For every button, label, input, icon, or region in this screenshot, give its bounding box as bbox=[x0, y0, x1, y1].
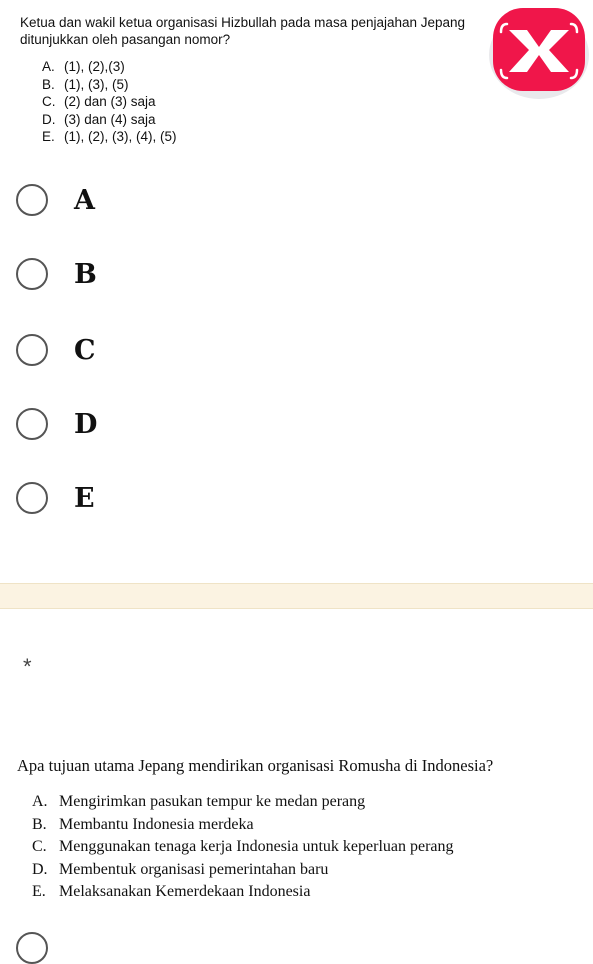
question-1-option-a: A. (1), (2),(3) bbox=[42, 59, 125, 74]
choice-d[interactable]: D bbox=[16, 408, 97, 440]
choice-c[interactable]: C bbox=[16, 334, 96, 366]
radio-button-icon[interactable] bbox=[16, 258, 48, 290]
radio-button-icon[interactable] bbox=[16, 184, 48, 216]
radio-button-icon[interactable] bbox=[16, 482, 48, 514]
question-2-option-a: A. Mengirimkan pasukan tempur ke medan pe… bbox=[32, 793, 366, 810]
radio-button-icon[interactable] bbox=[16, 334, 48, 366]
question-2-option-b: B. Membantu Indonesia merdeka bbox=[32, 815, 254, 833]
question-2-option-d: D. Membentuk organisasi pemerintahan baru bbox=[32, 860, 329, 878]
choice-e[interactable]: E bbox=[16, 482, 95, 514]
radio-button-icon[interactable] bbox=[16, 408, 48, 440]
section-divider bbox=[0, 583, 593, 609]
question-2-text: Apa tujuan utama Jepang mendirikan organ… bbox=[17, 756, 494, 775]
question-2-option-list: A. Mengirimkan pasukan tempur ke medan pe… bbox=[32, 791, 454, 904]
question-2-option-c: C. Menggunakan tenaga kerja Indonesia unt… bbox=[32, 838, 454, 856]
app-logo-icon bbox=[489, 8, 589, 99]
question-1-option-b: B. (1), (3), (5) bbox=[42, 76, 129, 92]
choice-a[interactable]: A bbox=[16, 184, 95, 216]
required-indicator: * bbox=[23, 654, 32, 679]
question-1-option-d: D. (3) dan (4) saja bbox=[42, 111, 156, 127]
question-1-option-c: C. (2) dan (3) saja bbox=[42, 94, 156, 109]
radio-button-icon[interactable] bbox=[16, 932, 48, 964]
choice-b[interactable]: B bbox=[16, 258, 97, 290]
question-1-option-e: E. (1), (2), (3), (4), (5) bbox=[42, 129, 177, 144]
question-1-option-list: A. (1), (2),(3) B. (1), (3), (5) C. (2) dan… bbox=[42, 58, 177, 146]
question-1-text: Ketua dan wakil ketua organisasi Hizbull… bbox=[20, 15, 466, 47]
question-2-option-e: E. Melaksanakan Kemerdekaan Indonesia bbox=[32, 883, 311, 901]
